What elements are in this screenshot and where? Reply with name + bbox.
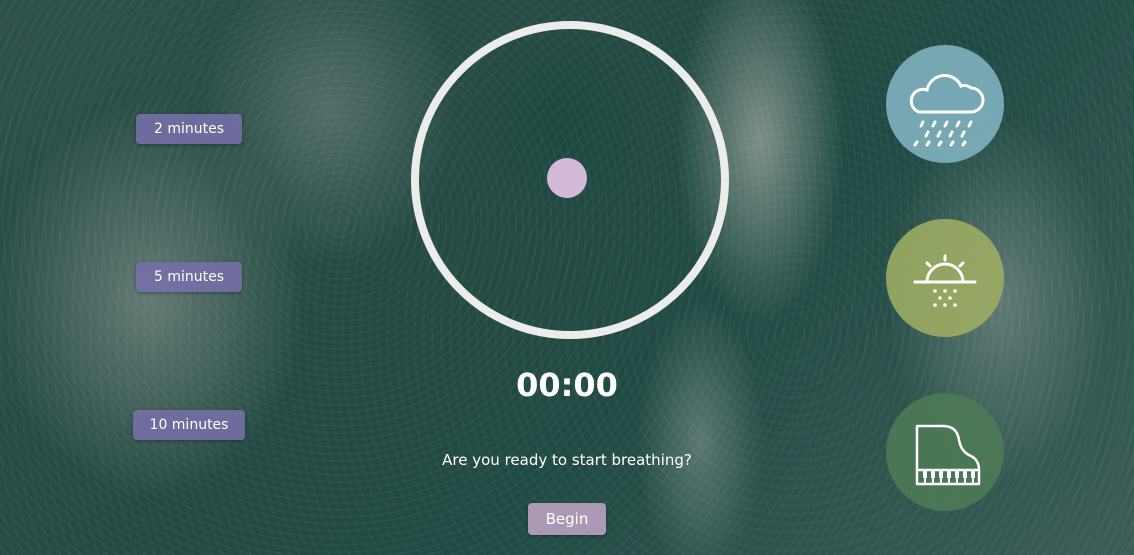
timer-display: 00:00 bbox=[516, 366, 618, 404]
duration-2-minutes-button[interactable]: 2 minutes bbox=[136, 114, 242, 144]
begin-button[interactable]: Begin bbox=[528, 503, 606, 535]
breathing-prompt: Are you ready to start breathing? bbox=[442, 451, 692, 469]
piano-sound-button[interactable] bbox=[886, 393, 1004, 511]
duration-5-minutes-button[interactable]: 5 minutes bbox=[136, 262, 242, 292]
rain-cloud-icon bbox=[909, 74, 985, 147]
rain-sound-button[interactable] bbox=[886, 45, 1004, 163]
duration-10-minutes-button[interactable]: 10 minutes bbox=[133, 410, 245, 440]
sunset-icon bbox=[913, 254, 977, 307]
piano-icon bbox=[915, 424, 981, 486]
sunset-sound-button[interactable] bbox=[886, 219, 1004, 337]
breathing-dot bbox=[547, 158, 587, 198]
